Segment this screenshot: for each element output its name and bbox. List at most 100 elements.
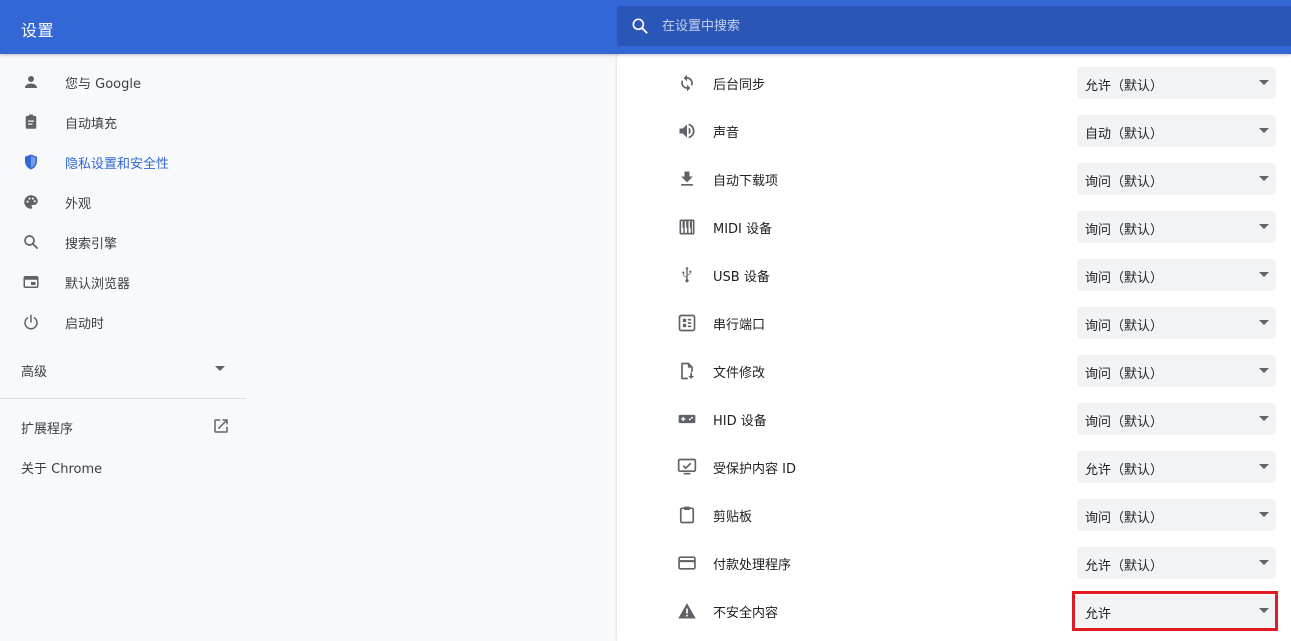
browser-icon (21, 272, 41, 292)
permission-value: 允许（默认） (1085, 463, 1164, 478)
dropdown-arrow-icon (1259, 368, 1269, 373)
palette-icon (21, 192, 41, 212)
dropdown-arrow-icon (1259, 224, 1269, 229)
sidebar-item-appearance[interactable]: 外观 (0, 182, 246, 222)
permission-row: 自动下载项 询问（默认） (617, 155, 1291, 203)
dropdown-arrow-icon (1259, 176, 1269, 181)
permission-row: 文件修改 询问（默认） (617, 347, 1291, 395)
advanced-toggle[interactable]: 高级 (0, 349, 246, 389)
sidebar-item-autofill[interactable]: 自动填充 (0, 102, 246, 142)
permission-select[interactable]: 询问（默认） (1077, 259, 1276, 291)
permission-value: 询问（默认） (1085, 415, 1164, 430)
site-settings-panel: 后台同步 允许（默认） 声音 自动（默认） 自动下载项 询问（默认） MIDI … (617, 54, 1291, 641)
permission-value: 自动（默认） (1085, 127, 1164, 142)
protected-content-icon (677, 458, 697, 475)
download-icon (681, 171, 693, 186)
permission-value: 询问（默认） (1085, 367, 1164, 382)
search-input[interactable] (662, 6, 1262, 46)
permission-label: 声音 (713, 126, 740, 141)
sidebar-item-label: 搜索引擎 (65, 236, 118, 252)
chevron-down-icon (215, 366, 225, 371)
permission-value: 允许（默认） (1085, 559, 1164, 574)
clipboard-icon (21, 112, 41, 132)
permission-row: 剪贴板 询问（默认） (617, 491, 1291, 539)
insecure-content-select[interactable]: 允许 (1077, 595, 1276, 627)
serial-port-icon (678, 314, 696, 332)
file-edit-icon (681, 362, 695, 380)
usb-icon (682, 266, 692, 283)
permission-row: USB 设备 询问（默认） (617, 251, 1291, 299)
permission-label: 剪贴板 (713, 510, 753, 525)
permission-select[interactable]: 询问（默认） (1077, 355, 1276, 387)
permission-value: 询问（默认） (1085, 175, 1164, 190)
permission-select[interactable]: 自动（默认） (1077, 115, 1276, 147)
warning-icon (678, 603, 696, 619)
permission-select[interactable]: 询问（默认） (1077, 163, 1276, 195)
permission-value: 允许（默认） (1085, 79, 1164, 94)
sidebar: 您与 Google 自动填充 隐私设置和安全性 外观 搜索引擎 默认浏览器 启动… (0, 54, 246, 641)
permission-value: 允许 (1085, 607, 1112, 622)
open-in-new-icon (214, 419, 228, 433)
advanced-label: 高级 (21, 365, 48, 380)
clipboard-icon (679, 506, 695, 524)
sidebar-item-label: 关于 Chrome (21, 462, 103, 477)
sidebar-item-about-chrome[interactable]: 关于 Chrome (0, 446, 246, 486)
dropdown-arrow-icon (1259, 416, 1269, 421)
dropdown-arrow-icon (1259, 272, 1269, 277)
permission-select[interactable]: 询问（默认） (1077, 499, 1276, 531)
permission-label: 不安全内容 (713, 606, 779, 621)
sidebar-item-privacy[interactable]: 隐私设置和安全性 (0, 142, 246, 182)
sidebar-item-extensions[interactable]: 扩展程序 (0, 406, 246, 446)
permission-label: 串行端口 (713, 318, 766, 333)
search-icon (632, 18, 648, 34)
permission-label: 受保护内容 ID (713, 462, 796, 477)
permission-row: 串行端口 询问（默认） (617, 299, 1291, 347)
power-icon (21, 312, 41, 332)
sidebar-item-label: 默认浏览器 (65, 276, 131, 292)
permission-row: 不安全内容 允许 (617, 587, 1291, 635)
dropdown-arrow-icon (1259, 464, 1269, 469)
permission-row: 受保护内容 ID 允许（默认） (617, 443, 1291, 491)
permission-value: 询问（默认） (1085, 319, 1164, 334)
credit-card-icon (678, 556, 696, 570)
permission-label: MIDI 设备 (713, 222, 773, 237)
dropdown-arrow-icon (1259, 560, 1269, 565)
sidebar-item-search-engine[interactable]: 搜索引擎 (0, 222, 246, 262)
sidebar-item-you-and-google[interactable]: 您与 Google (0, 62, 246, 102)
dropdown-arrow-icon (1259, 128, 1269, 133)
sidebar-item-on-startup[interactable]: 启动时 (0, 302, 246, 342)
sidebar-item-label: 自动填充 (65, 116, 118, 132)
search-box[interactable] (617, 6, 1291, 46)
permission-select[interactable]: 允许（默认） (1077, 67, 1276, 99)
dropdown-arrow-icon (1259, 320, 1269, 325)
permission-label: 自动下载项 (713, 174, 779, 189)
speaker-icon (679, 123, 695, 139)
permission-row: 声音 自动（默认） (617, 107, 1291, 155)
permission-select[interactable]: 询问（默认） (1077, 403, 1276, 435)
permission-row: 后台同步 允许（默认） (617, 59, 1291, 107)
permission-select[interactable]: 允许（默认） (1077, 547, 1276, 579)
sidebar-item-label: 外观 (65, 196, 92, 212)
permission-value: 询问（默认） (1085, 271, 1164, 286)
sidebar-item-label: 扩展程序 (21, 422, 74, 437)
permission-label: 文件修改 (713, 366, 766, 381)
sidebar-item-label: 您与 Google (65, 76, 141, 92)
page-title: 设置 (21, 21, 55, 40)
top-bar: 设置 (0, 0, 1291, 54)
permission-select[interactable]: 询问（默认） (1077, 211, 1276, 243)
sync-icon (681, 74, 693, 92)
person-icon (21, 72, 41, 92)
permission-row: HID 设备 询问（默认） (617, 395, 1291, 443)
sidebar-item-default-browser[interactable]: 默认浏览器 (0, 262, 246, 302)
permission-row: 付款处理程序 允许（默认） (617, 539, 1291, 587)
permission-value: 询问（默认） (1085, 511, 1164, 526)
permission-value: 询问（默认） (1085, 223, 1164, 238)
piano-icon (679, 219, 695, 235)
search-icon (21, 232, 41, 252)
permission-select[interactable]: 允许（默认） (1077, 451, 1276, 483)
permission-label: USB 设备 (713, 270, 770, 285)
permission-select[interactable]: 询问（默认） (1077, 307, 1276, 339)
sidebar-item-label: 隐私设置和安全性 (65, 156, 170, 172)
shield-icon (21, 152, 41, 172)
sidebar-divider (0, 398, 246, 399)
